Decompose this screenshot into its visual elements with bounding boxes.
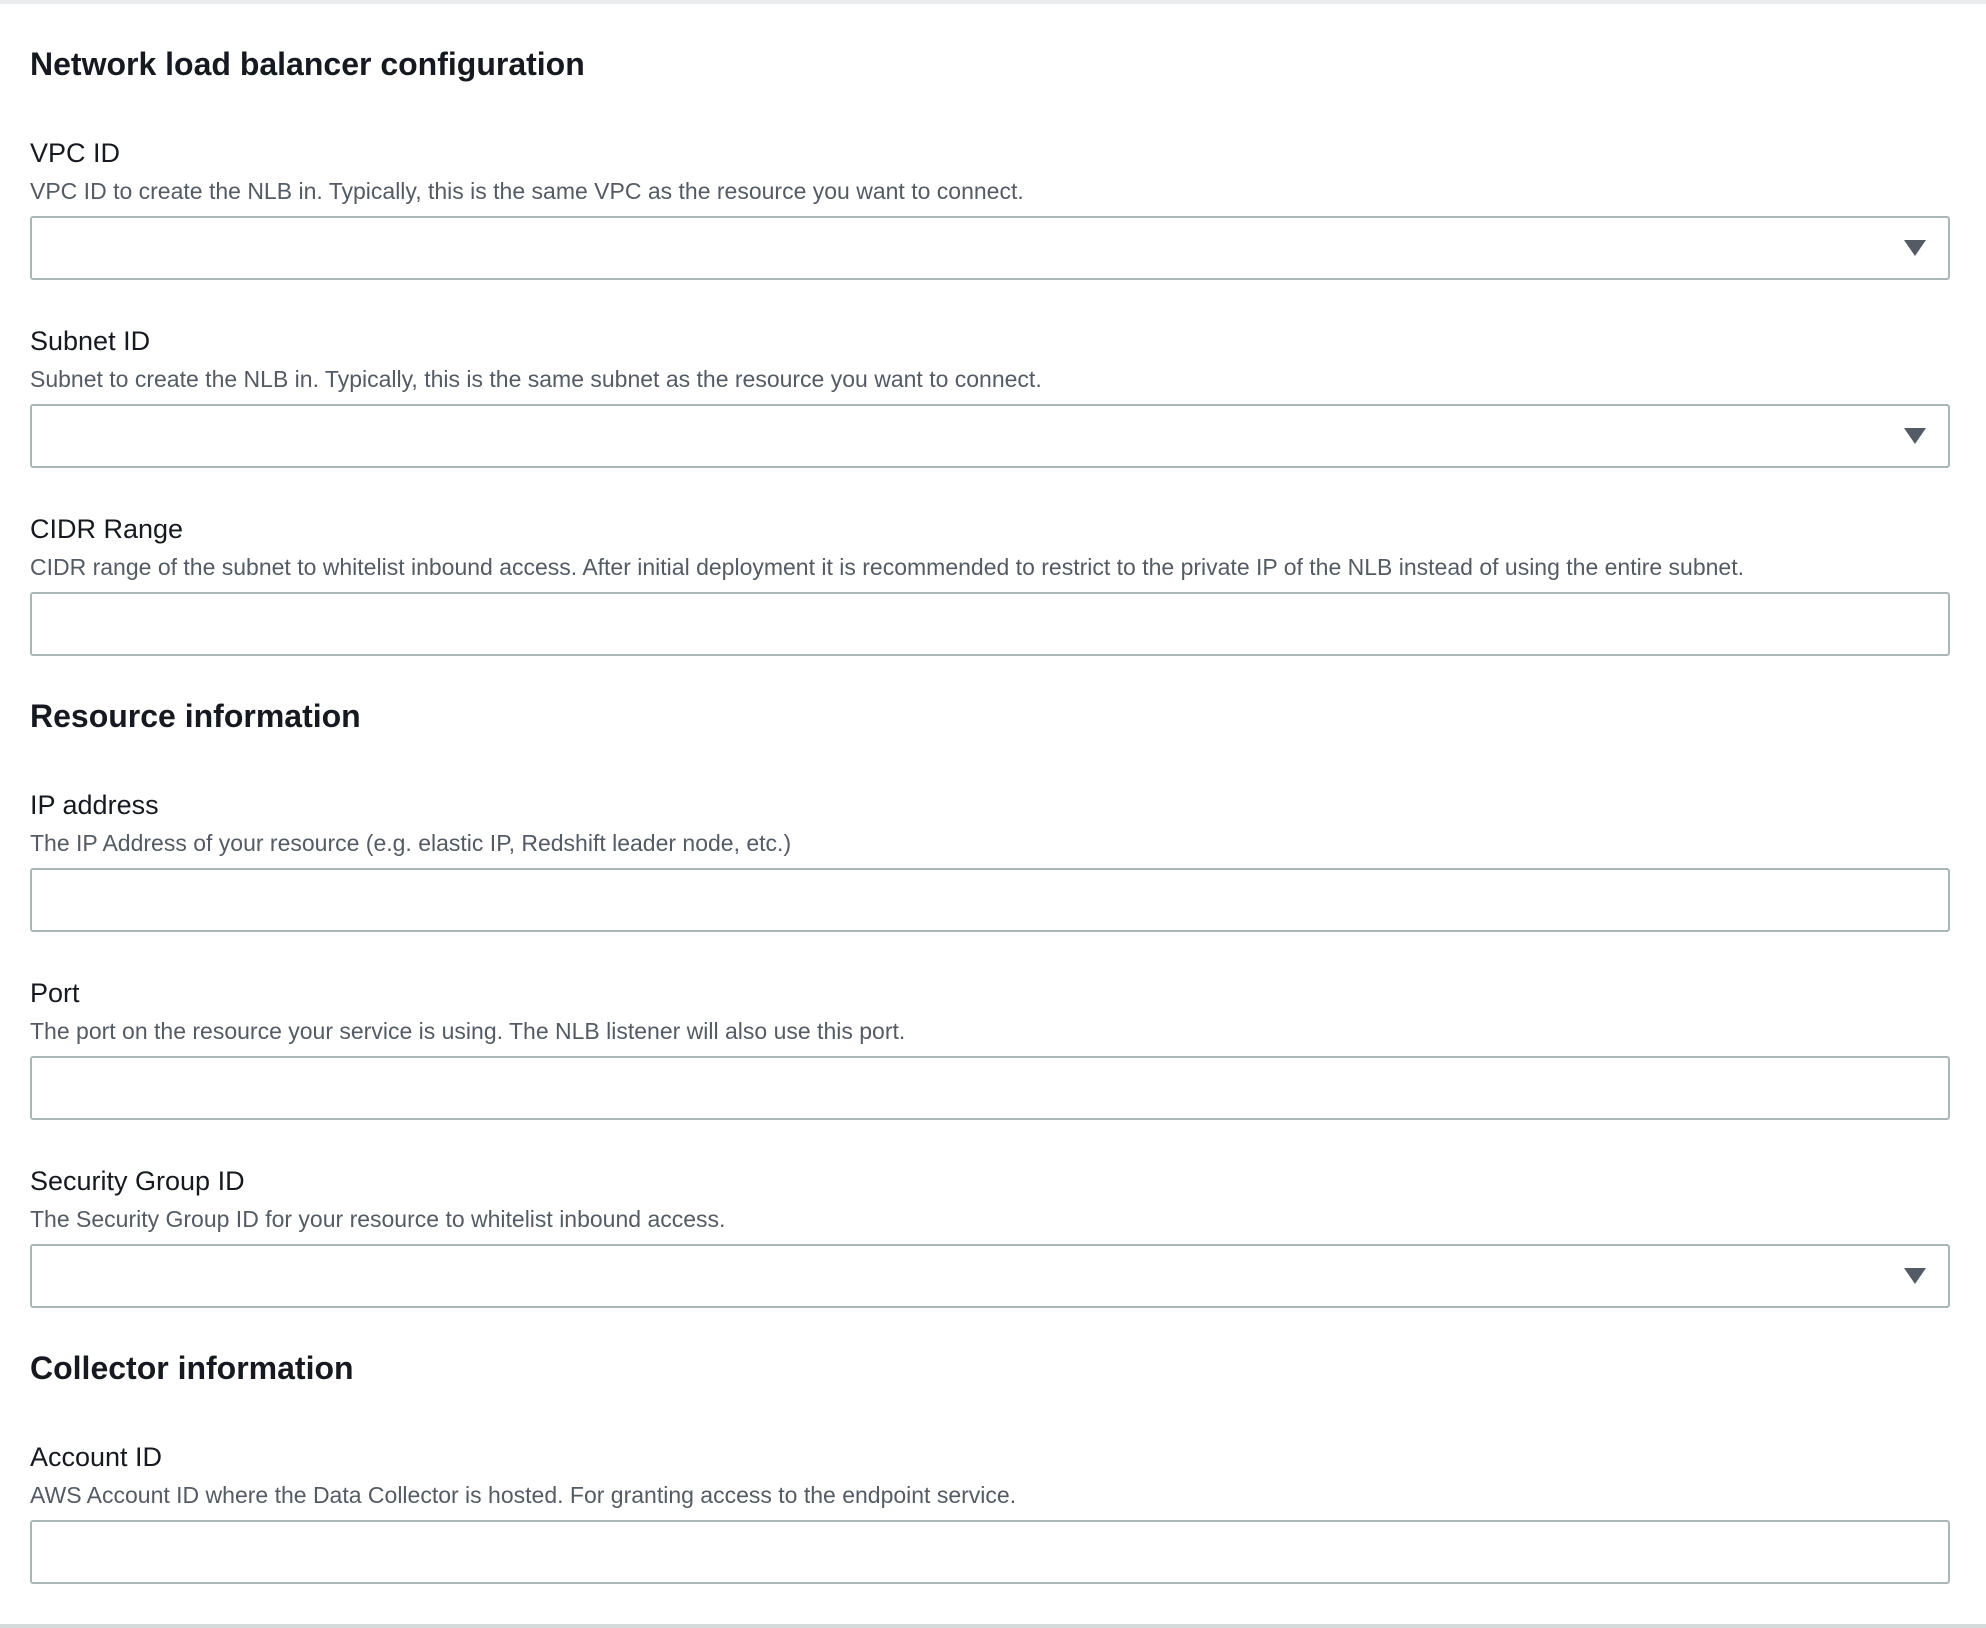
section-heading-collector: Collector information — [30, 1350, 354, 1386]
vpc-id-label: VPC ID — [30, 138, 121, 168]
account-id-description: AWS Account ID where the Data Collector … — [30, 1482, 1017, 1508]
account-id-input[interactable] — [30, 1520, 1950, 1584]
caret-down-icon — [1904, 428, 1926, 444]
section-heading-nlb: Network load balancer configuration — [30, 46, 585, 82]
cidr-range-label: CIDR Range — [30, 514, 184, 544]
subnet-id-label: Subnet ID — [30, 326, 151, 356]
port-description: The port on the resource your service is… — [30, 1018, 906, 1044]
caret-down-icon — [1904, 1268, 1926, 1284]
port-label: Port — [30, 978, 80, 1008]
ip-address-label: IP address — [30, 790, 159, 820]
subnet-id-description: Subnet to create the NLB in. Typically, … — [30, 366, 1042, 392]
security-group-id-select[interactable] — [30, 1244, 1950, 1308]
ip-address-input[interactable] — [30, 868, 1950, 932]
vpc-id-select[interactable] — [30, 216, 1950, 280]
section-heading-resource: Resource information — [30, 698, 361, 734]
caret-down-icon — [1904, 240, 1926, 256]
security-group-id-label: Security Group ID — [30, 1166, 245, 1196]
bottom-divider — [0, 1624, 1986, 1628]
cidr-range-input[interactable] — [30, 592, 1950, 656]
cidr-range-description: CIDR range of the subnet to whitelist in… — [30, 554, 1745, 580]
port-input[interactable] — [30, 1056, 1950, 1120]
vpc-id-description: VPC ID to create the NLB in. Typically, … — [30, 178, 1024, 204]
security-group-id-description: The Security Group ID for your resource … — [30, 1206, 726, 1232]
top-divider — [0, 0, 1986, 4]
ip-address-description: The IP Address of your resource (e.g. el… — [30, 830, 792, 856]
subnet-id-select[interactable] — [30, 404, 1950, 468]
account-id-label: Account ID — [30, 1442, 163, 1472]
